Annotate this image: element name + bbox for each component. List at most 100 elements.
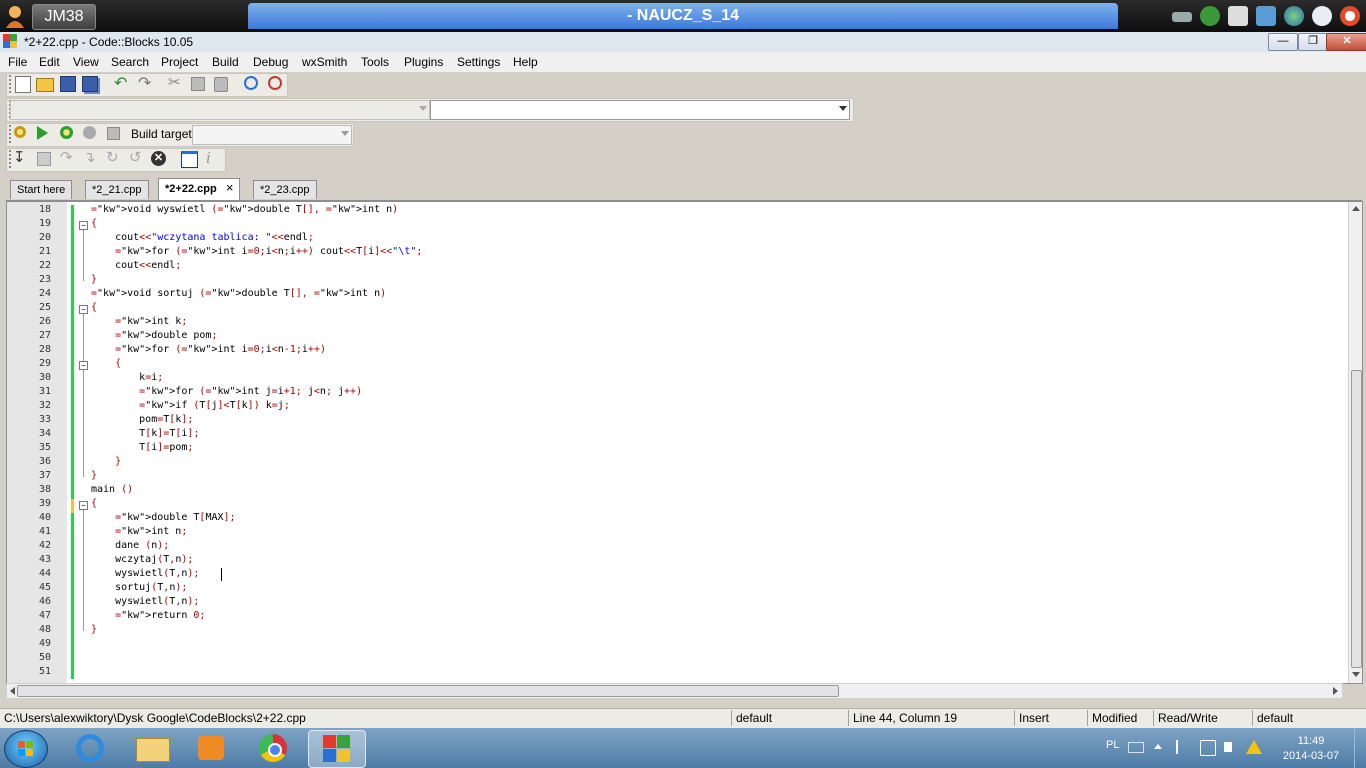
build-and-run-icon[interactable] — [60, 126, 73, 139]
debug-next-line-icon[interactable] — [37, 152, 51, 166]
scroll-up-icon[interactable] — [1352, 206, 1360, 211]
taskbar-explorer-icon[interactable] — [124, 730, 180, 766]
action-center-flag-icon[interactable] — [1176, 740, 1190, 754]
code-line[interactable]: pom=T[k]; — [91, 413, 193, 427]
fold-toggle-icon[interactable]: − — [79, 221, 88, 230]
tab-start-here[interactable]: Start here — [10, 180, 73, 199]
remote-host-label[interactable]: JM38 — [32, 4, 96, 30]
debug-info-icon[interactable]: i — [206, 149, 211, 167]
code-line[interactable]: ="kw">for (="kw">int i=0;i<n-1;i++) — [91, 343, 326, 357]
undo-icon[interactable]: ↶ — [114, 76, 127, 92]
chat-icon[interactable] — [1312, 6, 1332, 26]
lifebuoy-icon[interactable] — [1340, 6, 1360, 26]
code-line[interactable]: } — [91, 623, 97, 637]
keyboard-language[interactable]: PL — [1106, 739, 1119, 751]
code-line[interactable]: k=i; — [91, 371, 163, 385]
menu-project[interactable]: Project — [159, 52, 200, 72]
taskbar-codeblocks-icon[interactable] — [308, 730, 366, 768]
scroll-right-icon[interactable] — [1333, 687, 1338, 695]
debug-step-into-icon[interactable]: ↷ — [60, 150, 73, 166]
debug-stop-icon[interactable]: ✕ — [151, 151, 166, 166]
code-line[interactable]: wyswietl(T,n); — [91, 567, 199, 581]
menu-search[interactable]: Search — [109, 52, 151, 72]
start-button[interactable] — [4, 730, 48, 768]
system-clock[interactable]: 11:49 2014-03-07 — [1280, 734, 1342, 764]
globe-icon[interactable] — [1284, 6, 1304, 26]
people-icon[interactable] — [1200, 6, 1220, 26]
open-folder-icon[interactable] — [36, 78, 54, 92]
save-all-icon[interactable] — [82, 76, 98, 92]
books-icon[interactable] — [1256, 6, 1276, 26]
new-file-icon[interactable] — [15, 76, 31, 93]
code-line[interactable]: cout<<"wczytana tablica: "<<endl; — [91, 231, 314, 245]
scope-combo[interactable] — [10, 100, 430, 120]
tab-close-icon[interactable]: × — [226, 180, 234, 195]
network-drive-icon[interactable] — [1172, 12, 1192, 22]
code-editor[interactable]: 18 ="kw">void wyswietl (="kw">double T[],… — [6, 201, 1363, 684]
debug-step-instruction-icon[interactable]: ↺ — [129, 150, 142, 166]
debug-step-out-icon[interactable]: ↴ — [83, 150, 96, 166]
abort-icon[interactable] — [107, 127, 120, 140]
code-line[interactable]: ="kw">for (="kw">int j=i+1; j<n; j++) — [91, 385, 362, 399]
horizontal-scroll-thumb[interactable] — [17, 685, 839, 697]
code-line[interactable]: ="kw">return 0; — [91, 609, 205, 623]
code-line[interactable]: wyswietl(T,n); — [91, 595, 199, 609]
copy-icon[interactable] — [191, 77, 205, 91]
debug-next-instruction-icon[interactable]: ↻ — [106, 150, 119, 166]
menu-file[interactable]: File — [6, 52, 29, 72]
code-line[interactable]: ="kw">void sortuj (="kw">double T[], ="k… — [91, 287, 386, 301]
build-target-combo[interactable] — [192, 125, 352, 145]
code-line[interactable]: T[k]=T[i]; — [91, 427, 199, 441]
menu-wxsmith[interactable]: wxSmith — [300, 52, 349, 72]
taskbar-chrome-icon[interactable] — [246, 730, 302, 766]
code-line[interactable]: } — [91, 273, 97, 287]
fold-toggle-icon[interactable]: − — [79, 361, 88, 370]
code-line[interactable]: ="kw">void wyswietl (="kw">double T[], =… — [91, 203, 398, 217]
code-line[interactable]: sortuj(T,n); — [91, 581, 187, 595]
minimize-button[interactable]: — — [1268, 33, 1298, 51]
code-line[interactable]: ="kw">if (T[j]<T[k]) k=j; — [91, 399, 290, 413]
menu-edit[interactable]: Edit — [37, 52, 62, 72]
code-line[interactable]: cout<<endl; — [91, 259, 181, 273]
horizontal-scrollbar[interactable] — [6, 683, 1343, 699]
menu-tools[interactable]: Tools — [359, 52, 391, 72]
code-line[interactable]: ="kw">int k; — [91, 315, 187, 329]
scroll-down-icon[interactable] — [1352, 672, 1360, 677]
build-gear-icon[interactable] — [14, 126, 26, 138]
user-icon[interactable] — [4, 4, 26, 28]
debug-run-to-cursor-icon[interactable]: ↧ — [13, 150, 26, 166]
code-line[interactable]: ="kw">for (="kw">int i=0;i<n;i++) cout<<… — [91, 245, 422, 259]
code-line[interactable]: { — [91, 497, 97, 511]
paste-icon[interactable] — [214, 77, 228, 92]
menu-build[interactable]: Build — [210, 52, 241, 72]
show-desktop-button[interactable] — [1354, 728, 1366, 768]
code-line[interactable]: T[i]=pom; — [91, 441, 193, 455]
scroll-left-icon[interactable] — [10, 687, 15, 695]
vertical-scroll-thumb[interactable] — [1351, 370, 1362, 668]
replace-icon[interactable] — [268, 76, 282, 90]
save-icon[interactable] — [60, 76, 76, 92]
code-line[interactable]: ="kw">double T[MAX]; — [91, 511, 235, 525]
close-button[interactable]: ✕ — [1326, 33, 1366, 51]
keyboard-icon[interactable] — [1128, 742, 1144, 753]
taskbar-media-player-icon[interactable] — [184, 730, 240, 766]
code-line[interactable]: wczytaj(T,n); — [91, 553, 193, 567]
maximize-button[interactable]: ❐ — [1298, 33, 1328, 51]
debug-windows-icon[interactable] — [181, 151, 198, 168]
code-line[interactable]: } — [91, 455, 121, 469]
tab-2-22-cpp[interactable]: *2+22.cpp × — [158, 178, 241, 200]
menu-help[interactable]: Help — [511, 52, 540, 72]
tab-2-21-cpp[interactable]: *2_21.cpp — [85, 180, 149, 199]
code-line[interactable]: dane (n); — [91, 539, 169, 553]
menu-settings[interactable]: Settings — [455, 52, 502, 72]
codeblocks-app-icon[interactable] — [3, 34, 17, 48]
show-hidden-icons-icon[interactable] — [1154, 744, 1162, 749]
code-line[interactable]: { — [91, 301, 97, 315]
code-line[interactable]: } — [91, 469, 97, 483]
toolbar-grip[interactable] — [9, 125, 14, 143]
cut-icon[interactable]: ✂ — [168, 75, 181, 90]
find-icon[interactable] — [244, 76, 258, 90]
function-combo[interactable] — [430, 100, 850, 120]
code-line[interactable]: ="kw">int n; — [91, 525, 187, 539]
google-drive-icon[interactable] — [1246, 740, 1262, 754]
